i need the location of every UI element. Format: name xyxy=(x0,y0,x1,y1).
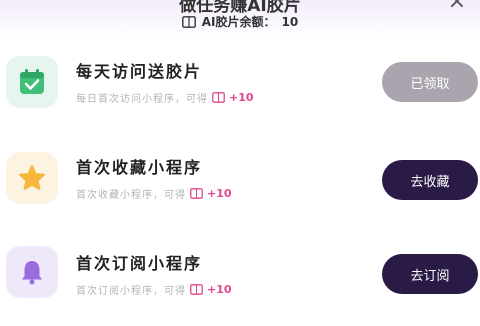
film-balance: AI胶片余额： 10 xyxy=(0,13,480,30)
calendar-check-icon xyxy=(6,56,58,108)
film-icon xyxy=(190,188,203,199)
balance-label: AI胶片余额： xyxy=(201,15,276,29)
task-reward: +10 xyxy=(207,187,232,200)
task-subtitle: 首次订阅小程序，可得 +10 xyxy=(76,282,232,297)
film-icon xyxy=(212,92,225,103)
task-subtitle: 每日首次访问小程序，可得 +10 xyxy=(76,90,254,105)
subscribe-button[interactable]: 去订阅 xyxy=(382,254,478,294)
task-title: 每天访问送胶片 xyxy=(76,62,203,81)
task-title: 首次订阅小程序 xyxy=(76,254,203,273)
task-subtitle-text: 首次订阅小程序，可得 xyxy=(76,286,186,297)
star-icon xyxy=(6,152,58,204)
task-reward: +10 xyxy=(229,91,254,104)
task-subtitle-text: 每日首次访问小程序，可得 xyxy=(76,94,208,105)
task-reward: +10 xyxy=(207,283,232,296)
claimed-button[interactable]: 已领取 xyxy=(382,62,478,102)
task-row-subscribe: 首次订阅小程序 首次订阅小程序，可得 +10 去订阅 xyxy=(0,236,480,326)
favorite-button[interactable]: 去收藏 xyxy=(382,160,478,200)
film-icon xyxy=(181,15,196,28)
task-title: 首次收藏小程序 xyxy=(76,158,203,177)
sheet-header: 做任务赚AI胶片 × AI胶片余额： 10 xyxy=(0,0,480,40)
balance-value: 10 xyxy=(281,14,299,29)
task-subtitle: 首次收藏小程序，可得 +10 xyxy=(76,186,232,201)
close-icon[interactable]: × xyxy=(444,0,470,13)
task-subtitle-text: 首次收藏小程序，可得 xyxy=(76,190,186,201)
film-icon xyxy=(190,284,203,295)
task-row-favorite: 首次收藏小程序 首次收藏小程序，可得 +10 去收藏 xyxy=(0,142,480,232)
task-row-daily-visit: 每天访问送胶片 每日首次访问小程序，可得 +10 已领取 xyxy=(0,48,480,138)
bell-icon xyxy=(6,246,58,298)
